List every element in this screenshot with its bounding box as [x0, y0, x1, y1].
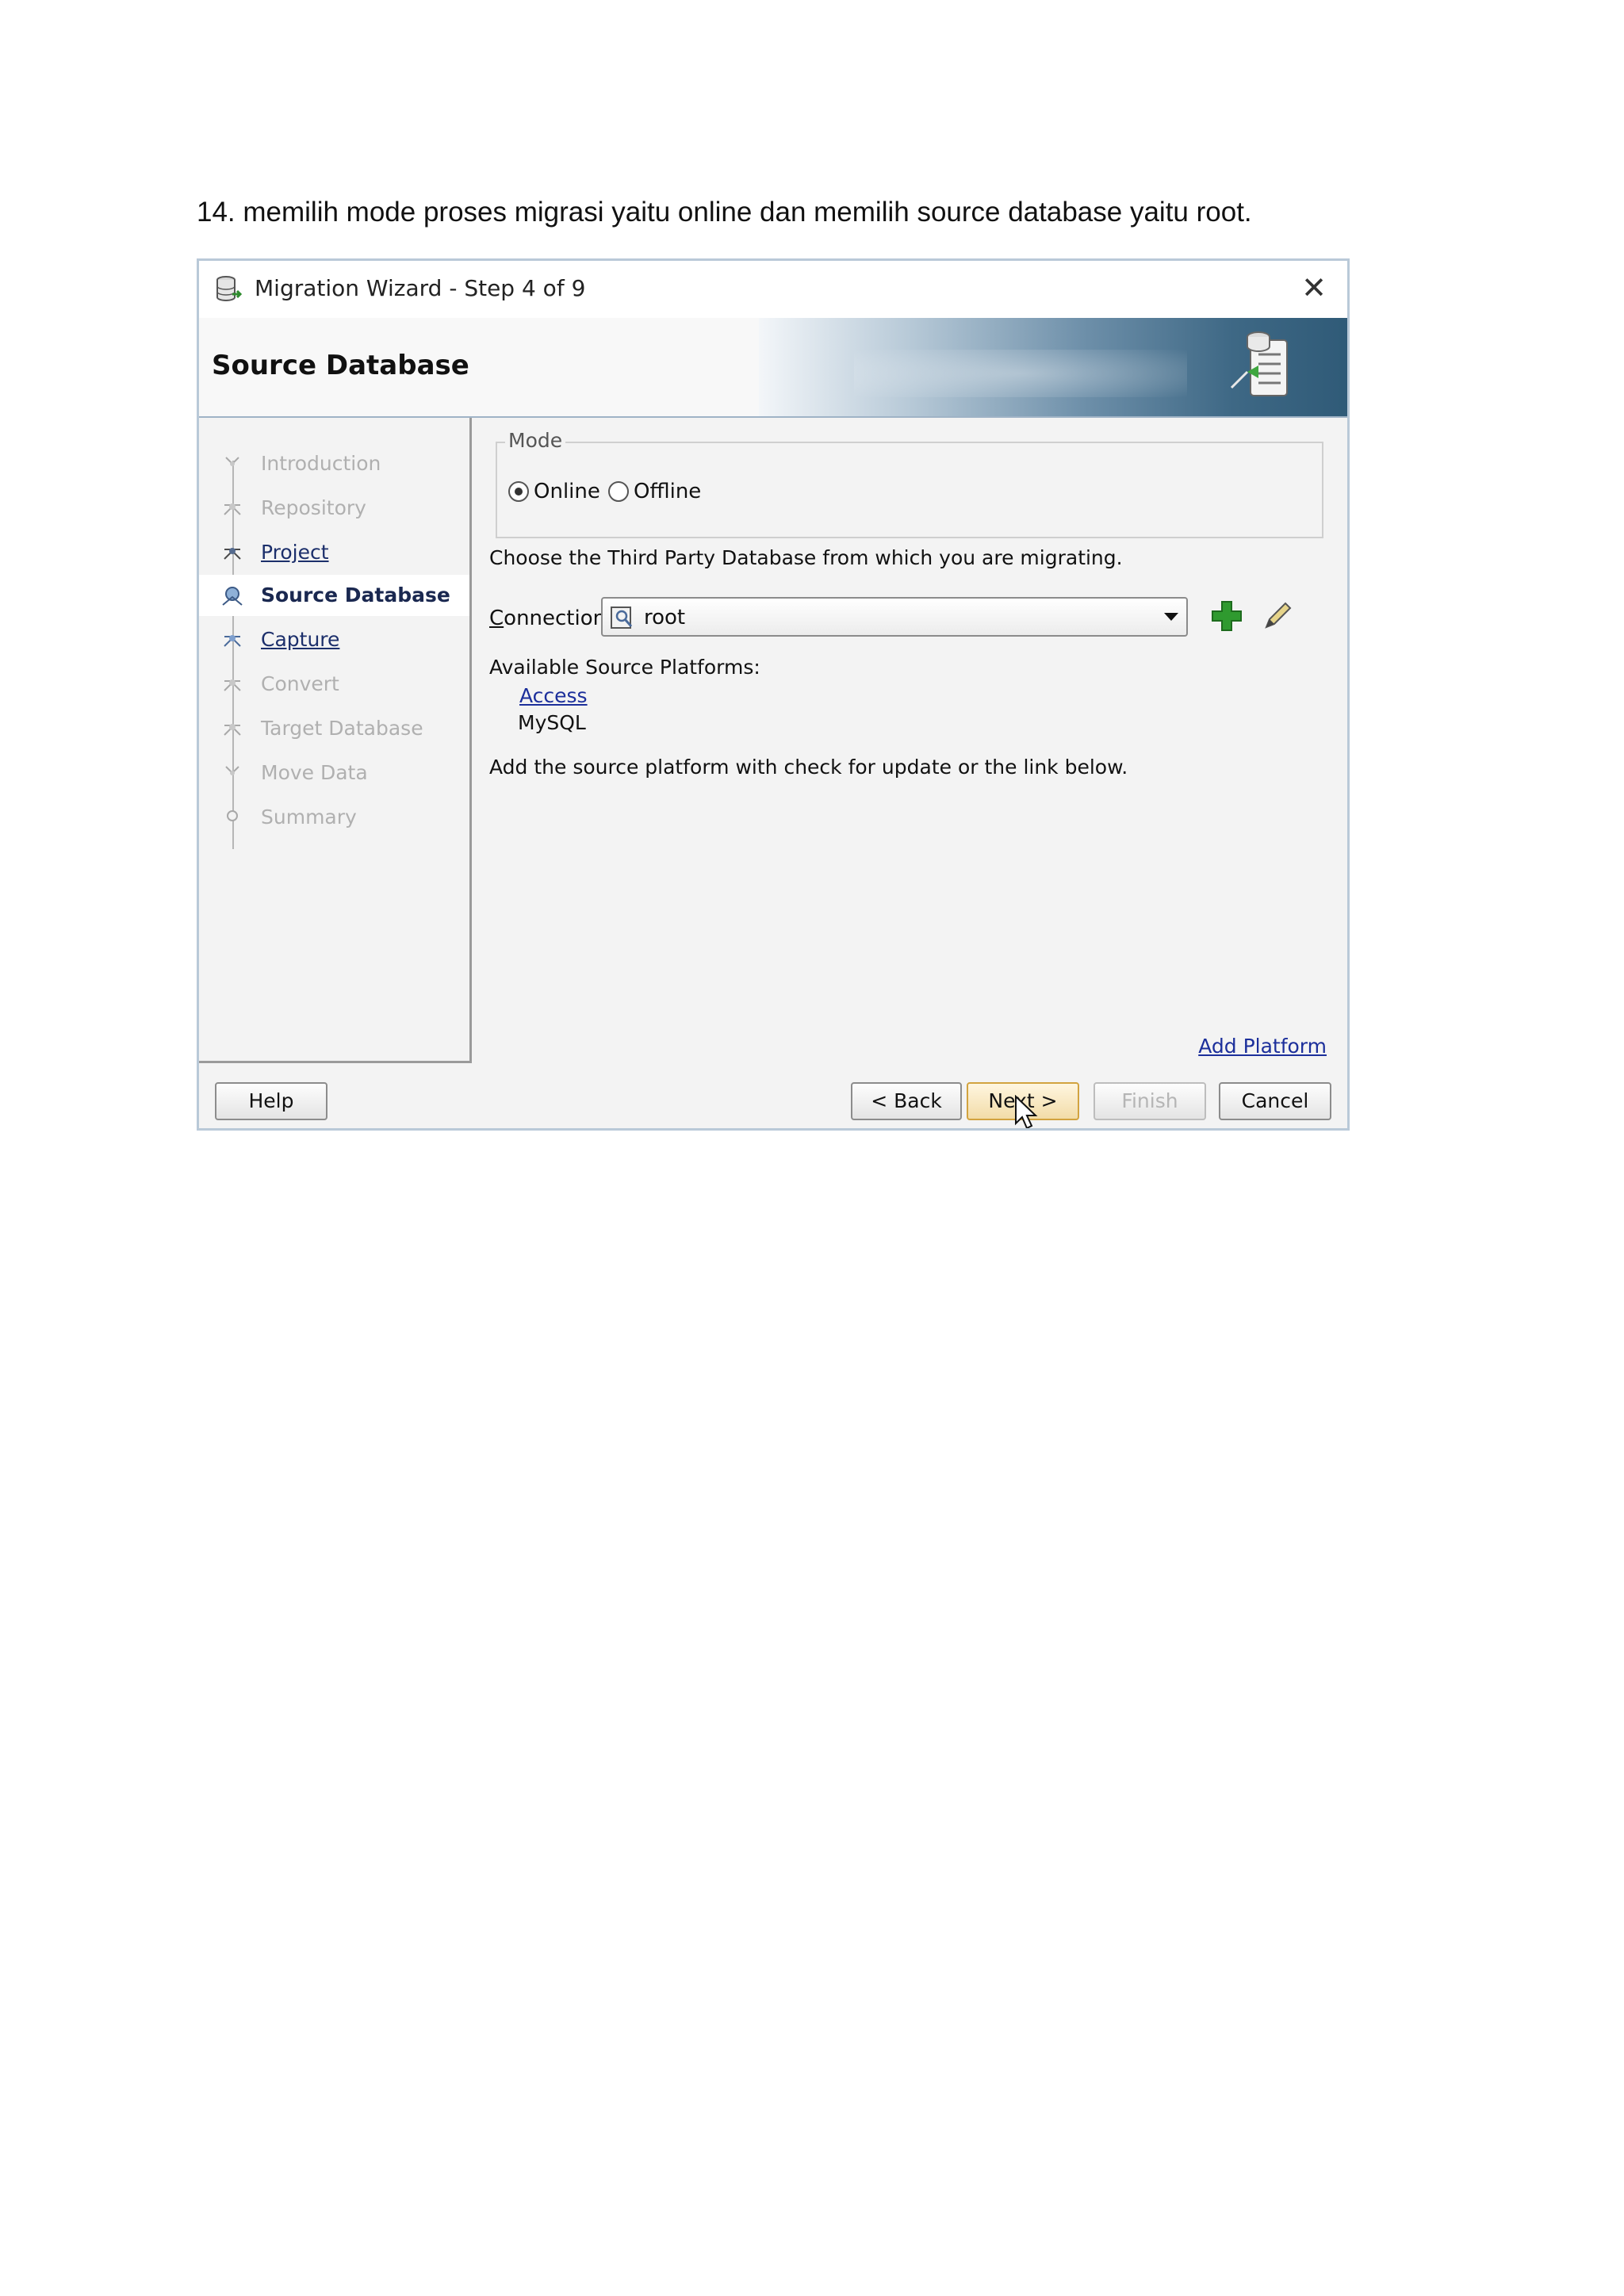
title-bar: Migration Wizard - Step 4 of 9 ✕: [199, 261, 1347, 318]
document-page: 14. memilih mode proses migrasi yaitu on…: [0, 0, 1624, 2296]
step-capture[interactable]: Capture: [199, 619, 469, 660]
connection-label-rest: onnection:: [504, 607, 613, 630]
migration-wizard-screenshot: Migration Wizard - Step 4 of 9 ✕ Source …: [197, 258, 1350, 1131]
finish-button: Finish: [1094, 1082, 1206, 1120]
chevron-down-icon[interactable]: [1164, 613, 1178, 621]
window-title: Migration Wizard - Step 4 of 9: [255, 275, 586, 301]
step-label[interactable]: Project: [261, 541, 329, 564]
connection-label: Connection:: [489, 607, 613, 630]
available-platforms-label: Available Source Platforms:: [489, 656, 760, 679]
banner-glow: [854, 350, 1187, 397]
offline-radio-label[interactable]: Offline: [634, 480, 701, 503]
back-button[interactable]: < Back: [851, 1082, 962, 1120]
step-convert: Convert: [199, 664, 469, 705]
add-platform-link[interactable]: Add Platform: [1198, 1035, 1327, 1058]
step-label: Repository: [261, 496, 366, 519]
instruction-text: Choose the Third Party Database from whi…: [489, 546, 1123, 569]
step-node-icon: [222, 587, 243, 606]
online-radio-label[interactable]: Online: [534, 480, 600, 503]
add-connection-icon[interactable]: [1209, 599, 1244, 633]
step-label: Summary: [261, 806, 357, 828]
step-project[interactable]: Project: [199, 532, 469, 573]
step-label: Convert: [261, 672, 339, 695]
help-button[interactable]: Help: [215, 1082, 327, 1120]
wizard-footer: Help < Back Next > Finish Cancel: [199, 1063, 1347, 1128]
wizard-steps-nav: Introduction Repository Project Source D…: [199, 418, 472, 1063]
offline-radio[interactable]: Offline: [608, 478, 701, 505]
mode-group: Mode Online Offline: [496, 429, 1323, 538]
step-node-icon: [224, 724, 241, 736]
hint-text: Add the source platform with check for u…: [489, 756, 1128, 779]
step-label: Target Database: [261, 717, 423, 740]
step-label: Source Database: [261, 584, 450, 607]
online-radio[interactable]: Online: [508, 478, 600, 505]
step-node-icon: [224, 679, 241, 691]
step-repository: Repository: [199, 488, 469, 529]
connection-value: root: [644, 606, 686, 629]
step-introduction: Introduction: [199, 443, 469, 484]
step-source-database[interactable]: Source Database: [199, 575, 469, 616]
mode-legend: Mode: [505, 429, 566, 452]
pencil-icon[interactable]: [1260, 599, 1295, 633]
offline-radio-circle[interactable]: [608, 481, 629, 502]
step-label[interactable]: Capture: [261, 628, 339, 651]
database-migration-icon: [1230, 331, 1288, 396]
wizard-content: Mode Online Offline Choose the Third Par…: [472, 418, 1347, 1063]
online-radio-circle[interactable]: [508, 481, 529, 502]
step-summary: Summary: [199, 797, 469, 838]
close-icon[interactable]: ✕: [1295, 269, 1333, 307]
section-title: Source Database: [212, 350, 469, 381]
step-node-icon: [227, 810, 238, 821]
step-target-database: Target Database: [199, 708, 469, 749]
mouse-cursor-icon: [1015, 1095, 1038, 1128]
connection-mnemonic: C: [489, 607, 504, 630]
step-label: Move Data: [261, 761, 368, 784]
step-label: Introduction: [261, 452, 381, 475]
mysql-platform: MySQL: [518, 711, 586, 734]
step-move-data: Move Data: [199, 752, 469, 794]
step-node-icon: [224, 635, 241, 647]
step-caption: 14. memilih mode proses migrasi yaitu on…: [197, 197, 1252, 228]
step-node-icon: [224, 548, 241, 560]
database-app-icon: [216, 276, 243, 301]
connection-select[interactable]: root: [601, 597, 1188, 637]
step-node-icon: [225, 766, 239, 775]
cancel-button[interactable]: Cancel: [1219, 1082, 1331, 1120]
step-node-icon: [225, 457, 239, 466]
database-connection-icon: [611, 607, 633, 629]
access-platform-link[interactable]: Access: [519, 684, 588, 707]
step-node-icon: [224, 503, 241, 515]
wizard-header: Source Database: [199, 318, 1347, 418]
